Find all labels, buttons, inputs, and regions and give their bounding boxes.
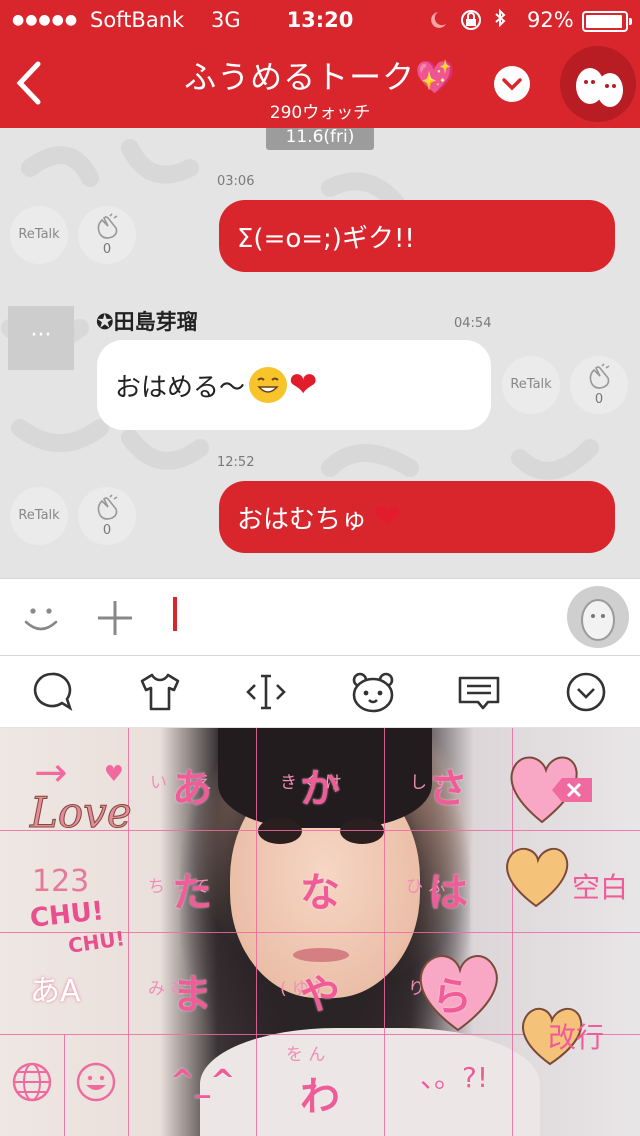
- globe-key[interactable]: [10, 1060, 54, 1104]
- room-avatar[interactable]: [560, 46, 636, 122]
- message-time: 04:54: [454, 316, 492, 331]
- clap-hands-icon: [589, 363, 610, 389]
- retalk-button[interactable]: ReTalk: [10, 206, 68, 264]
- key-ta[interactable]: た: [172, 860, 212, 918]
- chevron-left-icon: [16, 61, 41, 105]
- mode-key[interactable]: あA: [30, 966, 81, 1010]
- key-a[interactable]: あ: [172, 756, 212, 814]
- message-text: おはむちゅ: [237, 504, 368, 535]
- key-sublabel: を ん: [286, 1045, 326, 1065]
- status-bar: ●●●●● SoftBank 3G 13:20 92%: [0, 0, 640, 40]
- kaomoji-key[interactable]: ^_^: [170, 1064, 235, 1099]
- sticker-button[interactable]: [350, 670, 394, 714]
- text-cursor: [173, 597, 177, 631]
- message-input[interactable]: [150, 585, 550, 649]
- space-label: 空白: [572, 871, 629, 904]
- chu-sticker: CHU!: [28, 896, 106, 934]
- message-bubble[interactable]: おはめる〜 ❤: [97, 340, 491, 430]
- message-input-bar: [0, 578, 640, 656]
- date-label: 11.6(fri): [266, 128, 374, 150]
- keyboard-toolbar: [0, 656, 640, 728]
- battery-icon: [582, 11, 632, 32]
- dropdown-button[interactable]: [494, 66, 530, 102]
- globe-icon: [12, 1062, 52, 1102]
- key-na[interactable]: な: [300, 860, 340, 918]
- hide-keyboard-button[interactable]: [564, 670, 608, 714]
- heart-emoji-icon: ❤: [373, 497, 402, 537]
- key-sa[interactable]: さ: [428, 756, 468, 814]
- plus-icon: [98, 601, 132, 635]
- punctuation-key[interactable]: 、。?!: [420, 1056, 488, 1096]
- clap-button[interactable]: 0: [78, 487, 136, 545]
- clap-button[interactable]: 0: [78, 206, 136, 264]
- circle-chevron-down-icon: [566, 672, 606, 712]
- chu-sticker-small: CHU!: [66, 926, 127, 958]
- smiley-icon: [76, 1062, 116, 1102]
- watch-count: 290ウォッチ: [269, 103, 371, 123]
- clap-hands-icon: [97, 213, 118, 239]
- message-time: 03:06: [217, 174, 255, 189]
- clap-button[interactable]: 0: [570, 356, 628, 414]
- message-text: Σ(=o=;)ギク!!: [237, 223, 415, 254]
- key-ka[interactable]: か: [300, 756, 340, 814]
- template-button[interactable]: [456, 670, 500, 714]
- clap-count: 0: [594, 392, 604, 407]
- heart-emoji-icon: ❤: [289, 365, 318, 405]
- user-avatar-button[interactable]: [567, 586, 629, 648]
- message-text: おはめる〜: [115, 372, 246, 403]
- smiling-face-emoji-icon: [249, 367, 288, 403]
- enter-label: 改行: [548, 1021, 605, 1054]
- photo-lips: [293, 948, 349, 962]
- photo-shirt: [200, 1028, 540, 1136]
- key-ha[interactable]: は: [428, 860, 468, 918]
- numbers-key[interactable]: 123: [32, 864, 89, 899]
- retalk-button[interactable]: ReTalk: [502, 356, 560, 414]
- ghost-avatar-icon: [581, 599, 615, 641]
- ghost-avatar-icon: [576, 68, 623, 107]
- status-icons: [424, 8, 524, 37]
- battery-percent: 92%: [527, 8, 574, 32]
- theme-button[interactable]: [138, 670, 182, 714]
- space-key[interactable]: [496, 840, 576, 914]
- app-header: ●●●●● SoftBank 3G 13:20 92% ふうめるトーク💖 290…: [0, 0, 640, 128]
- message-lines-icon: [458, 676, 500, 710]
- photo-eye: [258, 818, 302, 844]
- clap-count: 0: [102, 523, 112, 538]
- key-ma[interactable]: ま: [172, 962, 212, 1020]
- add-attachment-button[interactable]: [94, 597, 136, 639]
- sender-name[interactable]: ✪田島芽瑠: [96, 306, 198, 336]
- text-cursor-arrows-icon: [246, 674, 286, 710]
- message-time: 12:52: [217, 455, 255, 470]
- chat-bubble-button[interactable]: [30, 670, 74, 714]
- kana-keyboard: → ♥ Love 123 CHU! CHU! あA い う え あ き く け …: [0, 728, 640, 1136]
- message-bubble[interactable]: Σ(=o=;)ギク!!: [219, 200, 615, 272]
- back-button[interactable]: [10, 58, 50, 108]
- photo-eye: [340, 818, 384, 844]
- cursor-move-button[interactable]: [244, 670, 288, 714]
- clap-count: 0: [102, 242, 112, 257]
- retalk-button[interactable]: ReTalk: [10, 487, 68, 545]
- emoji-button[interactable]: [18, 595, 64, 641]
- heart-space-icon: [506, 847, 569, 908]
- sender-avatar[interactable]: ···: [8, 306, 74, 370]
- delete-key[interactable]: [502, 748, 602, 832]
- key-wa[interactable]: わ: [300, 1064, 340, 1122]
- message-bubble[interactable]: おはむちゅ ❤: [219, 481, 615, 553]
- chevron-down-icon: [502, 78, 522, 91]
- moon-lock-bluetooth-icon: [431, 8, 506, 30]
- key-grid-line: [64, 1034, 65, 1136]
- speech-bubble-icon: [33, 672, 73, 712]
- key-ra-label: ら: [432, 974, 472, 1020]
- bear-face-icon: [352, 672, 394, 713]
- emoji-key[interactable]: [74, 1060, 118, 1104]
- clap-hands-icon: [97, 494, 118, 520]
- heart-sticker-icon: ♥: [104, 762, 124, 787]
- love-sticker: Love: [30, 788, 133, 838]
- page-title: ふうめるトーク💖: [184, 58, 456, 96]
- heart-delete-icon: [510, 756, 592, 824]
- smiley-icon: [24, 608, 58, 631]
- chat-area[interactable]: 11.6(fri) 03:06 ReTalk 0 Σ(=o=;)ギク!! ···…: [0, 128, 640, 578]
- key-ya[interactable]: や: [300, 962, 340, 1020]
- t-shirt-icon: [140, 673, 180, 711]
